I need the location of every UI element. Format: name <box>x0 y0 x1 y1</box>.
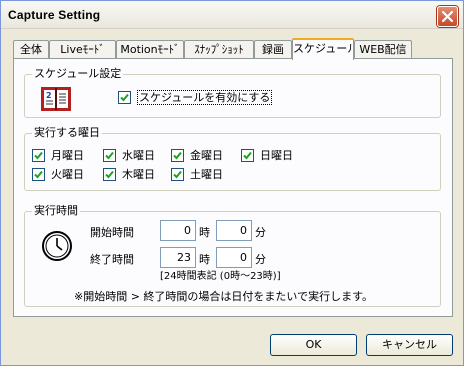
checkbox-box[interactable] <box>32 149 45 162</box>
day-checkbox-saturday[interactable]: 土曜日 <box>171 168 223 181</box>
enable-schedule-label: スケジュールを有効にする <box>137 90 273 105</box>
checkbox-box[interactable] <box>103 168 116 181</box>
start-minute-unit: 分 <box>255 226 266 239</box>
close-button[interactable] <box>437 6 458 27</box>
checkbox-box[interactable] <box>103 149 116 162</box>
start-hour-unit: 時 <box>199 226 210 239</box>
day-label: 火曜日 <box>51 168 84 181</box>
check-icon <box>34 151 43 160</box>
day-checkbox-monday[interactable]: 月曜日 <box>32 149 84 162</box>
weekday-group-label: 実行する曜日 <box>32 126 102 140</box>
end-hour-unit: 時 <box>199 253 210 266</box>
day-label: 日曜日 <box>260 149 293 162</box>
end-minute-input[interactable]: 0 <box>216 247 252 268</box>
checkbox-box[interactable] <box>32 168 45 181</box>
day-label: 月曜日 <box>51 149 84 162</box>
day-checkbox-sunday[interactable]: 日曜日 <box>241 149 293 162</box>
tab-general[interactable]: 全体 <box>13 40 49 59</box>
check-icon <box>105 151 114 160</box>
time-format-hint: [24時間表記 (0時～23時)] <box>160 271 281 282</box>
overnight-note: ※開始時間 > 終了時間の場合は日付をまたいで実行します。 <box>74 290 373 303</box>
schedule-settings-group: スケジュール設定 2 スケジュールを有効にする <box>24 67 441 118</box>
start-hour-input[interactable]: 0 <box>160 220 196 241</box>
day-checkbox-wednesday[interactable]: 水曜日 <box>103 149 155 162</box>
check-icon <box>105 170 114 179</box>
checkbox-box[interactable] <box>241 149 254 162</box>
svg-text:2: 2 <box>46 91 52 100</box>
schedule-settings-label: スケジュール設定 <box>32 67 124 81</box>
tab-live-mode[interactable]: Liveﾓｰﾄﾞ <box>49 40 116 59</box>
day-label: 木曜日 <box>122 168 155 181</box>
day-checkbox-friday[interactable]: 金曜日 <box>171 149 223 162</box>
cancel-button[interactable]: キャンセル <box>366 334 453 356</box>
schedule-tab-panel: スケジュール設定 2 スケジュールを有効にする 実行する曜日 月曜日 水曜日 金… <box>13 58 453 317</box>
checkbox-box[interactable] <box>171 168 184 181</box>
tab-snapshot[interactable]: ｽﾅｯﾌﾟｼｮｯﾄ <box>184 40 254 59</box>
check-icon <box>173 151 182 160</box>
title-bar[interactable]: Capture Setting <box>1 1 463 29</box>
tab-schedule[interactable]: スケジュール <box>292 38 354 60</box>
start-time-label: 開始時間 <box>90 226 134 239</box>
day-checkbox-thursday[interactable]: 木曜日 <box>103 168 155 181</box>
start-minute-input[interactable]: 0 <box>216 220 252 241</box>
check-icon <box>173 170 182 179</box>
weekday-group: 実行する曜日 月曜日 水曜日 金曜日 日曜日 火曜日 木曜日 土曜日 <box>24 126 441 191</box>
day-checkbox-tuesday[interactable]: 火曜日 <box>32 168 84 181</box>
day-label: 金曜日 <box>190 149 223 162</box>
capture-setting-dialog: Capture Setting 全体 Liveﾓｰﾄﾞ Motionﾓｰﾄﾞ ｽ… <box>0 0 464 366</box>
day-label: 水曜日 <box>122 149 155 162</box>
tab-web-streaming[interactable]: WEB配信 <box>354 40 412 59</box>
checkbox-box[interactable] <box>171 149 184 162</box>
check-icon <box>243 151 252 160</box>
close-icon <box>442 11 453 22</box>
end-minute-unit: 分 <box>255 253 266 266</box>
check-icon <box>120 93 129 102</box>
tab-recording[interactable]: 録画 <box>254 40 292 59</box>
execution-time-label: 実行時間 <box>32 204 80 218</box>
checkbox-box[interactable] <box>118 91 131 104</box>
check-icon <box>34 170 43 179</box>
calendar-icon: 2 <box>41 87 71 111</box>
execution-time-group: 実行時間 開始時間 0 時 0 分 終了時間 23 時 0 分 [24時間表記 … <box>24 204 441 307</box>
tab-motion-mode[interactable]: Motionﾓｰﾄﾞ <box>116 40 184 59</box>
window-title: Capture Setting <box>8 8 101 22</box>
clock-icon <box>42 231 72 261</box>
enable-schedule-checkbox[interactable]: スケジュールを有効にする <box>118 90 273 105</box>
day-label: 土曜日 <box>190 168 223 181</box>
end-time-label: 終了時間 <box>90 253 134 266</box>
end-hour-input[interactable]: 23 <box>160 247 196 268</box>
ok-button[interactable]: OK <box>270 334 357 356</box>
